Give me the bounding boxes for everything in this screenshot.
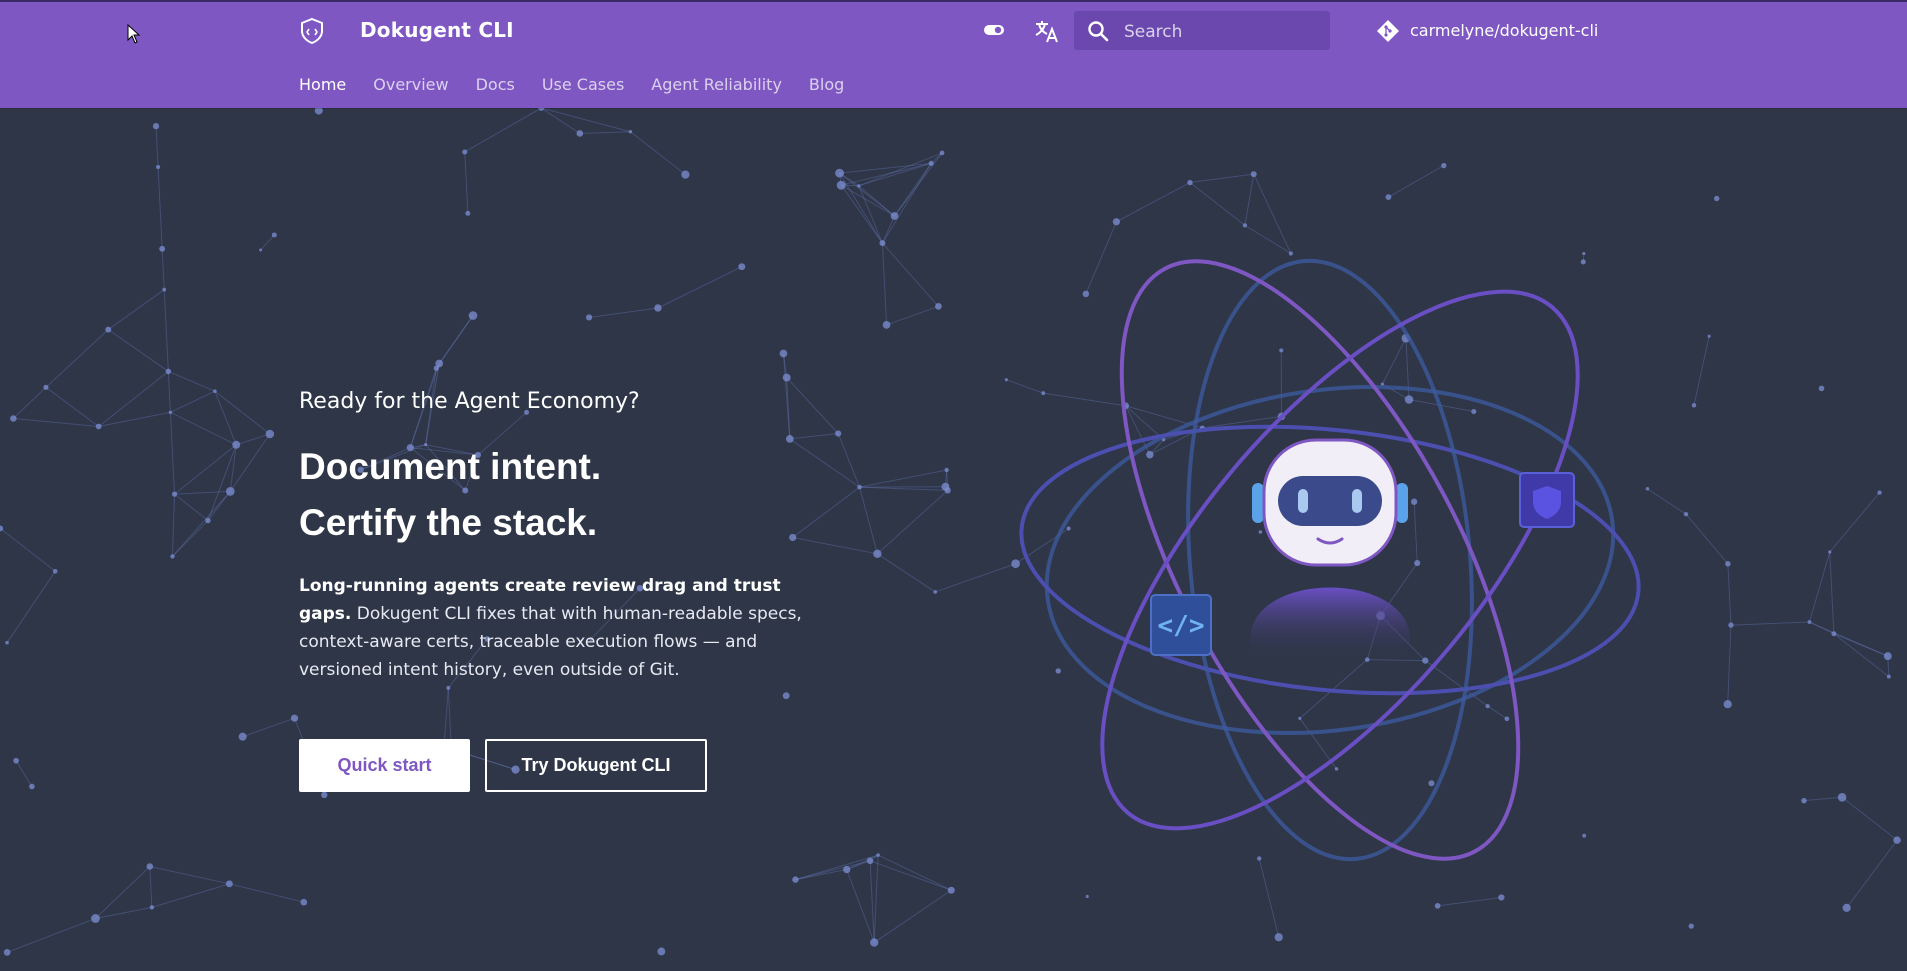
git-icon (1377, 20, 1399, 42)
nav-item-home[interactable]: Home (299, 75, 346, 94)
main-nav: Home Overview Docs Use Cases Agent Relia… (299, 75, 871, 94)
nav-item-docs[interactable]: Docs (476, 75, 515, 94)
shield-icon (1519, 472, 1575, 528)
repo-label: carmelyne/dokugent-cli (1410, 21, 1599, 40)
orbit-illustration: </> (1019, 258, 1641, 862)
headline-line-1: Document intent. (299, 446, 602, 487)
translate-icon[interactable] (1034, 18, 1060, 44)
search-box[interactable] (1074, 11, 1330, 52)
nav-item-use-cases[interactable]: Use Cases (542, 75, 624, 94)
toggle-icon[interactable] (983, 22, 1005, 38)
svg-text:</>: </> (1158, 611, 1205, 641)
description-text: Dokugent CLI fixes that with human-reada… (299, 604, 802, 680)
top-header: Dokugent CLI carmelyne/dokugent-cli Home… (0, 0, 1907, 108)
hero-subtitle: Ready for the Agent Economy? (299, 389, 640, 414)
search-icon (1088, 21, 1109, 42)
nav-item-overview[interactable]: Overview (373, 75, 448, 94)
nav-item-agent-reliability[interactable]: Agent Reliability (651, 75, 782, 94)
quick-start-button[interactable]: Quick start (299, 739, 470, 792)
search-input[interactable] (1122, 11, 1326, 52)
try-dokugent-button[interactable]: Try Dokugent CLI (485, 739, 707, 792)
hero-headline: Document intent. Certify the stack. (299, 439, 601, 551)
nav-item-blog[interactable]: Blog (809, 75, 844, 94)
robot-icon (1250, 438, 1410, 660)
shield-code-icon[interactable] (299, 17, 325, 45)
mouse-cursor-icon (127, 24, 141, 44)
code-icon: </> (1150, 594, 1212, 656)
hero-description: Long-running agents create review drag a… (299, 572, 819, 684)
headline-line-2: Certify the stack. (299, 502, 598, 543)
site-title[interactable]: Dokugent CLI (360, 18, 514, 42)
